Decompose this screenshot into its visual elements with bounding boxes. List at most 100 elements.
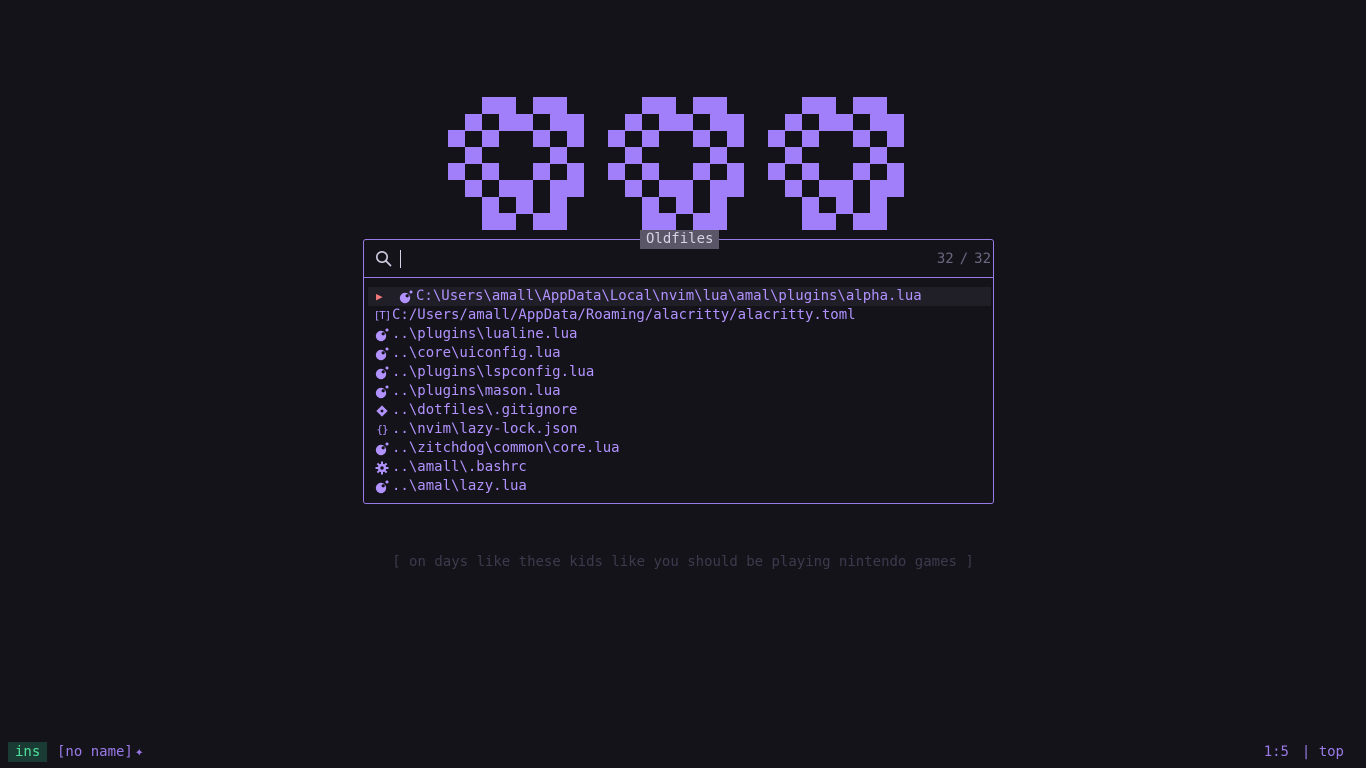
pixel-block bbox=[710, 147, 727, 164]
list-item[interactable]: ..\amall\.bashrc bbox=[368, 458, 991, 477]
search-icon bbox=[376, 251, 392, 267]
pixel-block bbox=[802, 163, 819, 180]
pixel-block bbox=[870, 197, 887, 214]
file-path: C:\Users\amall\AppData\Local\nvim\lua\am… bbox=[416, 288, 922, 304]
dashboard-header-art bbox=[448, 97, 904, 230]
pixel-block bbox=[710, 114, 727, 131]
pixel-block bbox=[642, 163, 659, 180]
pixel-block bbox=[802, 213, 819, 230]
pixel-block bbox=[727, 180, 744, 197]
pixel-block bbox=[693, 97, 710, 114]
pixel-block bbox=[499, 97, 516, 114]
pixel-block bbox=[870, 213, 887, 230]
pixel-glyph-2 bbox=[608, 97, 744, 230]
pixel-block bbox=[567, 180, 584, 197]
list-item[interactable]: [T] C:/Users/amall/AppData/Roaming/alacri… bbox=[368, 306, 991, 325]
list-item[interactable]: ..\amal\lazy.lua bbox=[368, 477, 991, 496]
file-path: ..\amall\.bashrc bbox=[392, 459, 527, 475]
oldfiles-list: ▶ C:\Users\amall\AppData\Local\nvim\lua\a… bbox=[368, 287, 991, 496]
pixel-block bbox=[676, 180, 693, 197]
list-item[interactable]: ..\plugins\lualine.lua bbox=[368, 325, 991, 344]
pixel-block bbox=[550, 114, 567, 131]
pixel-block bbox=[550, 213, 567, 230]
pixel-block bbox=[516, 114, 533, 131]
pixel-block bbox=[870, 97, 887, 114]
list-item[interactable]: ..\zitchdog\common\core.lua bbox=[368, 439, 991, 458]
file-path: C:/Users/amall/AppData/Roaming/alacritty… bbox=[392, 307, 856, 323]
pixel-block bbox=[448, 130, 465, 147]
sparkle-icon: ✦ bbox=[135, 744, 144, 760]
pixel-block bbox=[659, 114, 676, 131]
file-path: ..\nvim\lazy-lock.json bbox=[392, 421, 578, 437]
lua-icon bbox=[374, 363, 390, 382]
pixel-block bbox=[625, 180, 642, 197]
pixel-block bbox=[659, 180, 676, 197]
pixel-block bbox=[727, 163, 744, 180]
pixel-block bbox=[659, 97, 676, 114]
pixel-block bbox=[533, 163, 550, 180]
search-input[interactable] bbox=[404, 248, 908, 270]
pixel-block bbox=[533, 97, 550, 114]
pixel-block bbox=[802, 197, 819, 214]
list-item[interactable]: {} ..\nvim\lazy-lock.json bbox=[368, 420, 991, 439]
pixel-block bbox=[819, 180, 836, 197]
pixel-block bbox=[482, 197, 499, 214]
pixel-block bbox=[870, 147, 887, 164]
pixel-block bbox=[853, 130, 870, 147]
pixel-block bbox=[516, 180, 533, 197]
pixel-block bbox=[887, 130, 904, 147]
pixel-block bbox=[836, 180, 853, 197]
pixel-block bbox=[550, 180, 567, 197]
pixel-block bbox=[567, 163, 584, 180]
pixel-block bbox=[887, 114, 904, 131]
pixel-block bbox=[659, 213, 676, 230]
lua-icon bbox=[374, 382, 390, 401]
pixel-block bbox=[802, 97, 819, 114]
pixel-block bbox=[642, 197, 659, 214]
pixel-block bbox=[727, 130, 744, 147]
pixel-block bbox=[625, 147, 642, 164]
pixel-block bbox=[550, 97, 567, 114]
list-item[interactable]: ▶ C:\Users\amall\AppData\Local\nvim\lua\a… bbox=[368, 287, 991, 306]
pixel-glyph-3 bbox=[768, 97, 904, 230]
list-item[interactable]: ..\core\uiconfig.lua bbox=[368, 344, 991, 363]
text-cursor bbox=[400, 250, 401, 268]
pixel-block bbox=[608, 163, 625, 180]
toml-icon: [T] bbox=[373, 309, 392, 322]
pixel-block bbox=[499, 213, 516, 230]
list-item[interactable]: ..\plugins\lspconfig.lua bbox=[368, 363, 991, 382]
pixel-block bbox=[676, 197, 693, 214]
list-item[interactable]: ..\dotfiles\.gitignore bbox=[368, 401, 991, 420]
pixel-block bbox=[819, 213, 836, 230]
git-icon bbox=[374, 401, 390, 420]
pixel-block bbox=[499, 114, 516, 131]
pixel-block bbox=[567, 114, 584, 131]
file-path: ..\dotfiles\.gitignore bbox=[392, 402, 578, 418]
file-path: ..\zitchdog\common\core.lua bbox=[392, 440, 620, 456]
pixel-block bbox=[676, 114, 693, 131]
picker-title: Oldfiles bbox=[640, 230, 720, 249]
pixel-block bbox=[567, 130, 584, 147]
lua-icon bbox=[374, 477, 390, 496]
pixel-block bbox=[853, 97, 870, 114]
pixel-block bbox=[836, 114, 853, 131]
pixel-block bbox=[693, 163, 710, 180]
pixel-block bbox=[853, 213, 870, 230]
pixel-block bbox=[710, 180, 727, 197]
pixel-block bbox=[887, 163, 904, 180]
pixel-block bbox=[887, 180, 904, 197]
pixel-block bbox=[642, 97, 659, 114]
list-item[interactable]: ..\plugins\mason.lua bbox=[368, 382, 991, 401]
pixel-block bbox=[499, 180, 516, 197]
gear-icon bbox=[374, 458, 390, 477]
lua-icon bbox=[374, 439, 390, 458]
pixel-block bbox=[550, 147, 567, 164]
pixel-block bbox=[482, 163, 499, 180]
pixel-block bbox=[710, 213, 727, 230]
lua-icon bbox=[374, 325, 390, 344]
pixel-block bbox=[870, 114, 887, 131]
total-count: 32 bbox=[974, 251, 991, 267]
pixel-block bbox=[533, 213, 550, 230]
pixel-block bbox=[836, 197, 853, 214]
pixel-block bbox=[802, 130, 819, 147]
